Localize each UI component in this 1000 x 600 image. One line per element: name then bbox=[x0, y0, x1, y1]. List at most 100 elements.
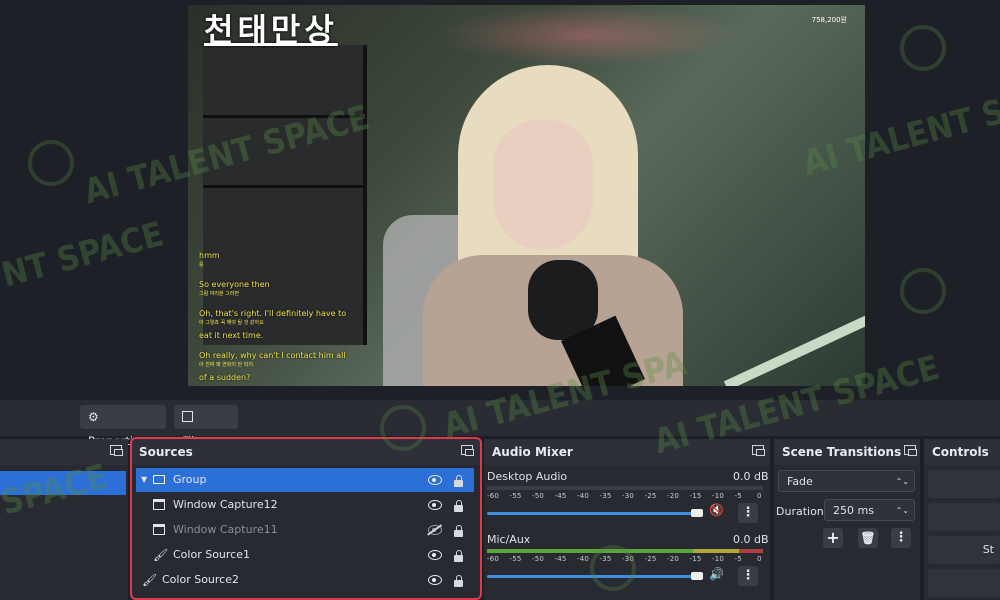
scene-transitions-dock: Scene Transitions Fade ⌃⌄ Duration 250 m… bbox=[774, 439, 920, 600]
undock-icon[interactable] bbox=[904, 445, 917, 456]
meter-scale-label: -15 bbox=[689, 555, 702, 563]
filters-icon bbox=[182, 411, 193, 422]
subtitle-line: hmm bbox=[199, 251, 220, 260]
meter-scale-label: -45 bbox=[554, 492, 567, 500]
control-button[interactable] bbox=[928, 503, 1000, 531]
subtitle-line: eat it next time. bbox=[199, 331, 264, 340]
source-label: Window Capture12 bbox=[173, 498, 278, 511]
source-item-group[interactable]: ▼ Group bbox=[136, 468, 474, 492]
volume-slider-knob[interactable] bbox=[691, 572, 703, 580]
meter-scale-label: 0 bbox=[757, 492, 762, 500]
meter-scale-label: -40 bbox=[577, 555, 590, 563]
source-label: Group bbox=[173, 473, 207, 486]
gear-icon: ⚙ bbox=[88, 410, 99, 424]
control-button[interactable] bbox=[928, 470, 1000, 498]
volume-slider[interactable] bbox=[487, 512, 695, 515]
meter-scale-label: -15 bbox=[689, 492, 702, 500]
shelf-graphic bbox=[203, 45, 367, 345]
speaker-muted-icon[interactable]: 🔇 bbox=[709, 503, 724, 517]
controls-dock: Controls St bbox=[924, 439, 1000, 600]
duration-spinbox[interactable]: 250 ms ⌃⌄ bbox=[824, 499, 915, 521]
meter-scale-label: -25 bbox=[644, 492, 657, 500]
add-transition-button[interactable]: + bbox=[823, 528, 843, 548]
lock-icon[interactable] bbox=[454, 525, 463, 537]
transition-select[interactable]: Fade ⌃⌄ bbox=[778, 470, 915, 492]
volume-meter bbox=[487, 486, 763, 490]
trash-icon[interactable]: 🗑 bbox=[858, 528, 878, 548]
source-item-color-source1[interactable]: 🖌 Color Source1 bbox=[136, 543, 474, 567]
streamer-face-graphic bbox=[493, 120, 593, 250]
eye-icon[interactable] bbox=[428, 550, 442, 560]
subtitle-translation: 그럼 여러분 그러면 bbox=[199, 291, 239, 297]
subtitle-translation: 아 그렇죠 꼭 해야 될 것 같아요 bbox=[199, 320, 264, 326]
meter-scale-label: -50 bbox=[532, 492, 545, 500]
mic-boom-graphic bbox=[723, 309, 865, 386]
properties-button[interactable]: ⚙ Properties bbox=[80, 405, 166, 448]
meter-scale-label: -60 bbox=[487, 492, 500, 500]
lock-icon[interactable] bbox=[454, 550, 463, 562]
meter-scale-label: -35 bbox=[599, 555, 612, 563]
channel-menu-button[interactable]: ⋮ bbox=[738, 566, 758, 586]
source-item-window-capture12[interactable]: Window Capture12 bbox=[136, 493, 474, 517]
transition-select-value: Fade bbox=[787, 475, 813, 488]
stream-title: 천태만상 bbox=[204, 11, 338, 49]
scene-item-selected[interactable] bbox=[0, 471, 126, 495]
duration-value: 250 ms bbox=[833, 504, 874, 517]
volume-meter-warn bbox=[693, 549, 739, 553]
meter-scale-label: -25 bbox=[644, 555, 657, 563]
eye-icon[interactable] bbox=[428, 500, 442, 510]
speaker-icon[interactable]: 🔊 bbox=[709, 567, 724, 581]
lock-icon[interactable] bbox=[454, 500, 463, 512]
undock-icon[interactable] bbox=[752, 445, 765, 456]
preview-canvas[interactable]: 천태만상 758,200원 hmm 응 So everyone then 그럼 … bbox=[188, 5, 865, 386]
meter-scale-label: -60 bbox=[487, 555, 500, 563]
subtitle-translation: 아 진짜 왜 연락이 안 되지 bbox=[199, 362, 253, 368]
eye-icon[interactable] bbox=[428, 575, 442, 585]
duration-label: Duration bbox=[776, 505, 824, 518]
source-label: Color Source2 bbox=[162, 573, 239, 586]
control-button[interactable]: St bbox=[928, 536, 1000, 564]
meter-scale-label: -30 bbox=[622, 555, 635, 563]
scene-transitions-title: Scene Transitions bbox=[774, 439, 920, 465]
audio-mixer-dock: Audio Mixer Desktop Audio 0.0 dB -60 -55 -… bbox=[484, 439, 770, 600]
meter-scale-label: -55 bbox=[509, 492, 522, 500]
chevron-updown-icon: ⌃⌄ bbox=[895, 477, 909, 486]
subtitle-line: of a sudden? bbox=[199, 373, 251, 382]
spin-arrows-icon[interactable]: ⌃⌄ bbox=[896, 500, 909, 522]
caret-down-icon[interactable]: ▼ bbox=[141, 468, 147, 492]
meter-scale-label: -55 bbox=[509, 555, 522, 563]
subtitle-translation: 응 bbox=[199, 262, 204, 268]
eye-icon[interactable] bbox=[428, 475, 442, 485]
neon-sign-graphic bbox=[438, 5, 738, 65]
meter-scale-label: -50 bbox=[532, 555, 545, 563]
meter-scale-label: -20 bbox=[667, 555, 680, 563]
lock-icon[interactable] bbox=[454, 575, 463, 587]
channel-menu-button[interactable]: ⋮ bbox=[738, 503, 758, 523]
folder-icon bbox=[153, 475, 165, 484]
meter-scale-label: -30 bbox=[622, 492, 635, 500]
volume-slider[interactable] bbox=[487, 575, 695, 578]
meter-scale-label: -5 bbox=[734, 492, 742, 500]
channel-name: Desktop Audio bbox=[487, 470, 568, 483]
undock-icon[interactable] bbox=[461, 445, 474, 456]
donation-counter: 758,200원 bbox=[811, 16, 847, 24]
volume-meter-level bbox=[487, 549, 693, 553]
sources-title: Sources bbox=[131, 439, 480, 465]
meter-scale-label: -10 bbox=[712, 492, 725, 500]
undock-icon[interactable] bbox=[110, 445, 123, 456]
volume-slider-knob[interactable] bbox=[691, 509, 703, 517]
channel-name: Mic/Aux bbox=[487, 533, 531, 546]
meter-scale-label: -5 bbox=[734, 555, 742, 563]
channel-level: 0.0 dB bbox=[733, 470, 769, 483]
source-item-color-source2[interactable]: 🖌 Color Source2 bbox=[136, 568, 474, 592]
meter-scale-label: -45 bbox=[554, 555, 567, 563]
source-label: Window Capture11 bbox=[173, 523, 278, 536]
control-button[interactable] bbox=[928, 569, 1000, 597]
audio-mixer-title: Audio Mixer bbox=[484, 439, 770, 465]
transition-menu-button[interactable]: ⋮ bbox=[891, 528, 911, 548]
window-icon bbox=[153, 524, 165, 535]
meter-scale-label: -20 bbox=[667, 492, 680, 500]
source-item-window-capture11[interactable]: Window Capture11 bbox=[136, 518, 474, 542]
lock-icon[interactable] bbox=[454, 475, 463, 487]
filters-button[interactable]: Filters bbox=[174, 405, 238, 448]
